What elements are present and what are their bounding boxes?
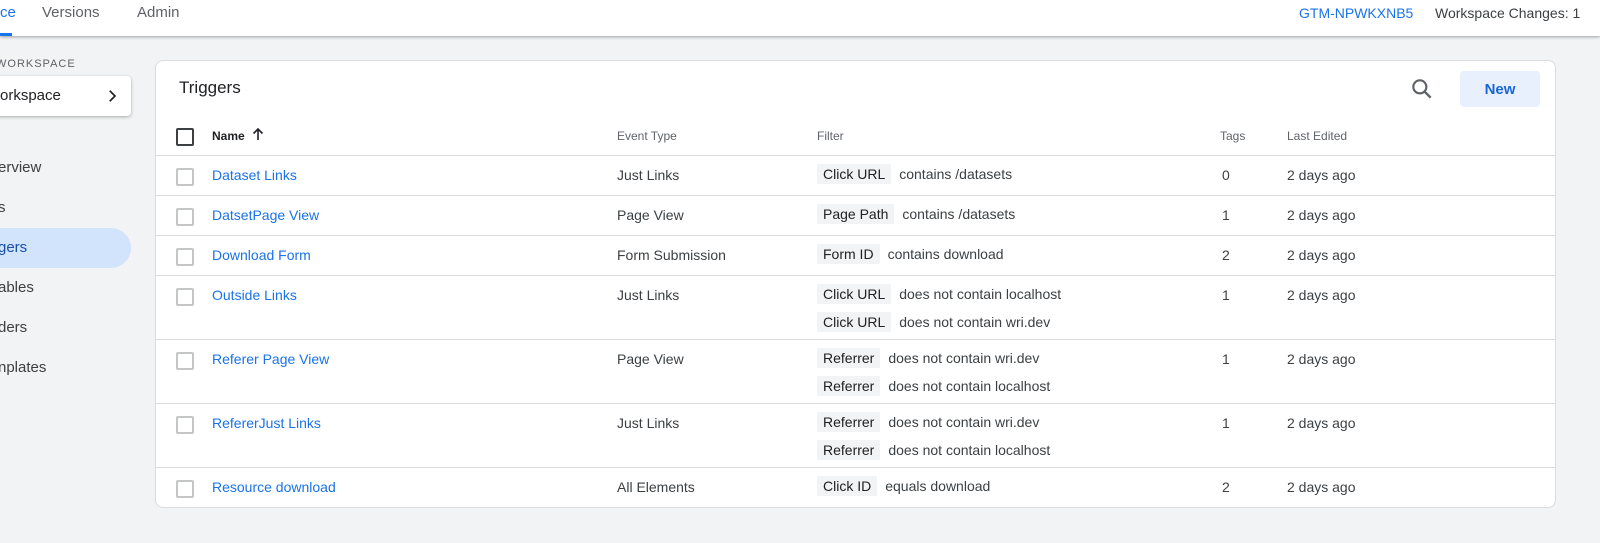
trigger-name-link[interactable]: Outside Links: [212, 287, 297, 303]
active-tab-indicator: [0, 33, 12, 36]
filter-condition: Form ID contains download: [817, 244, 1004, 264]
filter-condition-text: does not contain localhost: [888, 442, 1051, 458]
tags-count: 2: [1222, 479, 1230, 495]
table-row[interactable]: RefererJust Links Just Links 1 2 days ago Re…: [156, 403, 1555, 467]
filter-condition-text: does not contain wri.dev: [888, 350, 1040, 366]
table-row[interactable]: Download Form Form Submission 2 2 days ago F…: [156, 235, 1555, 275]
filter-condition: Click URL does not contain wri.dev: [817, 312, 1050, 332]
tags-count: 0: [1222, 167, 1230, 183]
filter-condition-text: does not contain localhost: [888, 378, 1051, 394]
filter-variable-chip: Referrer: [817, 440, 881, 460]
tags-count: 1: [1222, 207, 1230, 223]
tags-count: 2: [1222, 247, 1230, 263]
workspace-picker-label: orkspace: [0, 87, 61, 104]
column-header-tags: Tags: [1220, 129, 1246, 143]
filter-condition-text: equals download: [885, 478, 991, 494]
row-checkbox[interactable]: [176, 480, 194, 498]
event-type: Just Links: [617, 167, 680, 183]
trigger-name-link[interactable]: Resource download: [212, 479, 336, 495]
filter-condition-text: contains /datasets: [902, 206, 1016, 222]
table-row[interactable]: Dataset Links Just Links 0 2 days ago Click …: [156, 155, 1555, 195]
last-edited: 2 days ago: [1287, 247, 1356, 263]
table-row[interactable]: Resource download All Elements 2 2 days ago…: [156, 467, 1555, 508]
event-type: Just Links: [617, 415, 680, 431]
filter-condition: Referrer does not contain wri.dev: [817, 412, 1039, 432]
trigger-name-link[interactable]: Dataset Links: [212, 167, 297, 183]
last-edited: 2 days ago: [1287, 287, 1356, 303]
tags-count: 1: [1222, 415, 1230, 431]
filter-condition: Page Path contains /datasets: [817, 204, 1015, 224]
sidebar-item-templates[interactable]: nplates: [0, 348, 131, 388]
trigger-name-link[interactable]: Download Form: [212, 247, 311, 263]
filter-condition: Click URL contains /datasets: [817, 164, 1012, 184]
filter-variable-chip: Page Path: [817, 204, 895, 224]
row-checkbox[interactable]: [176, 352, 194, 370]
filter-condition: Referrer does not contain localhost: [817, 376, 1050, 396]
row-checkbox[interactable]: [176, 416, 194, 434]
last-edited: 2 days ago: [1287, 351, 1356, 367]
filter-variable-chip: Click ID: [817, 476, 878, 496]
filter-variable-chip: Click URL: [817, 312, 892, 332]
filter-condition-text: does not contain localhost: [899, 286, 1062, 302]
tab-admin[interactable]: Admin: [137, 4, 180, 21]
event-type: All Elements: [617, 479, 695, 495]
column-header-filter: Filter: [817, 129, 844, 143]
last-edited: 2 days ago: [1287, 207, 1356, 223]
trigger-name-link[interactable]: DatsetPage View: [212, 207, 319, 223]
chevron-right-icon: [109, 90, 117, 102]
filter-variable-chip: Referrer: [817, 348, 881, 368]
tab-workspace[interactable]: ce: [0, 4, 16, 21]
filter-variable-chip: Referrer: [817, 376, 881, 396]
sidebar-item-triggers[interactable]: gers: [0, 228, 131, 268]
top-bar: ce Versions Admin GTM-NPWKXNB5 Workspace…: [0, 0, 1600, 36]
row-checkbox[interactable]: [176, 168, 194, 186]
filter-variable-chip: Form ID: [817, 244, 880, 264]
trigger-name-link[interactable]: Referer Page View: [212, 351, 329, 367]
column-header-last-edited: Last Edited: [1287, 129, 1348, 143]
filter-variable-chip: Click URL: [817, 284, 892, 304]
filter-condition-text: contains download: [887, 246, 1004, 262]
filter-condition: Click ID equals download: [817, 476, 990, 496]
sidebar-item-variables[interactable]: ables: [0, 268, 131, 308]
table-row[interactable]: Referer Page View Page View 1 2 days ago Ref…: [156, 339, 1555, 403]
row-checkbox[interactable]: [176, 248, 194, 266]
sidebar-item-tags[interactable]: s: [0, 188, 131, 228]
table-header: Name Event Type Filter Tags Last Edited: [156, 61, 1555, 155]
filter-condition: Referrer does not contain localhost: [817, 440, 1050, 460]
workspace-picker[interactable]: orkspace: [0, 76, 131, 116]
column-header-name[interactable]: Name: [212, 129, 245, 143]
sort-ascending-icon[interactable]: [251, 127, 265, 141]
filter-condition: Referrer does not contain wri.dev: [817, 348, 1039, 368]
sidebar-item-folders[interactable]: ders: [0, 308, 131, 348]
event-type: Just Links: [617, 287, 680, 303]
filter-condition-text: does not contain wri.dev: [899, 314, 1051, 330]
column-header-event-type: Event Type: [617, 129, 677, 143]
container-id-link[interactable]: GTM-NPWKXNB5: [1299, 5, 1413, 21]
last-edited: 2 days ago: [1287, 167, 1356, 183]
select-all-checkbox[interactable]: [176, 128, 194, 146]
table-row[interactable]: Outside Links Just Links 1 2 days ago Click …: [156, 275, 1555, 339]
event-type: Page View: [617, 351, 684, 367]
table-row[interactable]: DatsetPage View Page View 1 2 days ago Page …: [156, 195, 1555, 235]
last-edited: 2 days ago: [1287, 415, 1356, 431]
event-type: Page View: [617, 207, 684, 223]
workspace-changes-count: Workspace Changes: 1: [1435, 5, 1581, 21]
filter-condition: Click URL does not contain localhost: [817, 284, 1061, 304]
sidebar-item-overview[interactable]: erview: [0, 148, 131, 188]
workspace-section-label: WORKSPACE: [0, 58, 76, 70]
tab-versions[interactable]: Versions: [42, 4, 100, 21]
event-type: Form Submission: [617, 247, 726, 263]
sidebar: WORKSPACE orkspace erview s gers ables d…: [0, 36, 140, 543]
triggers-card: Triggers New Name Event Type Filter Tags…: [155, 60, 1556, 508]
tags-count: 1: [1222, 351, 1230, 367]
row-checkbox[interactable]: [176, 288, 194, 306]
filter-condition-text: does not contain wri.dev: [888, 414, 1040, 430]
trigger-name-link[interactable]: RefererJust Links: [212, 415, 321, 431]
tags-count: 1: [1222, 287, 1230, 303]
filter-condition-text: contains /datasets: [899, 166, 1013, 182]
filter-variable-chip: Click URL: [817, 164, 892, 184]
last-edited: 2 days ago: [1287, 479, 1356, 495]
row-checkbox[interactable]: [176, 208, 194, 226]
filter-variable-chip: Referrer: [817, 412, 881, 432]
